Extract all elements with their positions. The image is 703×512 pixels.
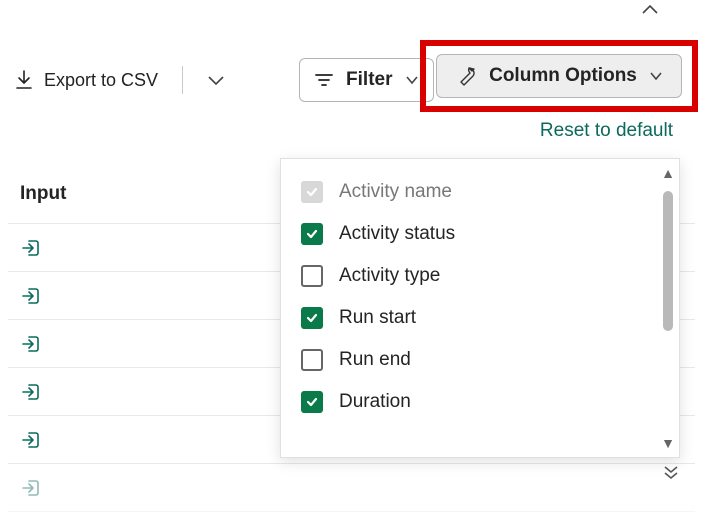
option-label: Activity type	[339, 265, 440, 287]
scroll-thumb[interactable]	[663, 191, 673, 331]
checkbox-checked[interactable]	[301, 223, 323, 245]
checkbox-disabled-checked	[301, 181, 323, 203]
input-icon	[20, 237, 42, 259]
checkbox-unchecked[interactable]	[301, 265, 323, 287]
wrench-icon	[455, 65, 477, 87]
chevron-down-icon	[405, 75, 419, 85]
option-label: Duration	[339, 391, 411, 413]
option-label: Run start	[339, 307, 416, 329]
checkbox-checked[interactable]	[301, 307, 323, 329]
input-icon	[20, 285, 42, 307]
column-option-activity-status[interactable]: Activity status	[281, 213, 679, 255]
input-icon	[20, 333, 42, 355]
scroll-down-arrow[interactable]: ▼	[661, 435, 675, 451]
checkbox-checked[interactable]	[301, 391, 323, 413]
input-icon	[20, 381, 42, 403]
column-option-run-start[interactable]: Run start	[281, 297, 679, 339]
column-options-button[interactable]: Column Options	[436, 54, 682, 98]
input-icon	[20, 477, 42, 499]
option-label: Activity name	[339, 181, 452, 203]
export-to-csv-button[interactable]: Export to CSV	[14, 69, 158, 91]
export-dropdown-caret[interactable]	[207, 74, 225, 86]
column-options-dropdown: Activity name Activity status Activity t…	[280, 158, 680, 458]
column-option-run-end[interactable]: Run end	[281, 339, 679, 381]
input-icon	[20, 429, 42, 451]
column-option-activity-name: Activity name	[281, 171, 679, 213]
dropdown-scrollbar[interactable]: ▲ ▼	[661, 165, 675, 451]
chevron-down-icon	[649, 71, 663, 81]
scroll-up-arrow[interactable]: ▲	[661, 165, 675, 181]
export-group: Export to CSV	[14, 66, 225, 94]
column-options-list: Activity name Activity status Activity t…	[281, 159, 679, 435]
filter-icon	[314, 72, 334, 88]
expand-down-icon[interactable]	[662, 463, 680, 481]
column-option-activity-type[interactable]: Activity type	[281, 255, 679, 297]
table-row[interactable]	[8, 464, 695, 512]
toolbar-divider	[182, 66, 183, 94]
filter-label: Filter	[346, 69, 392, 91]
column-option-duration[interactable]: Duration	[281, 381, 679, 423]
option-label: Run end	[339, 349, 411, 371]
highlight-box: Column Options	[420, 40, 698, 112]
download-icon	[14, 69, 34, 91]
reset-to-default-link[interactable]: Reset to default	[540, 120, 673, 142]
export-label: Export to CSV	[44, 70, 158, 91]
checkbox-unchecked[interactable]	[301, 349, 323, 371]
collapse-caret[interactable]	[641, 4, 659, 16]
option-label: Activity status	[339, 223, 455, 245]
column-options-label: Column Options	[489, 65, 637, 87]
filter-button[interactable]: Filter	[299, 58, 433, 102]
